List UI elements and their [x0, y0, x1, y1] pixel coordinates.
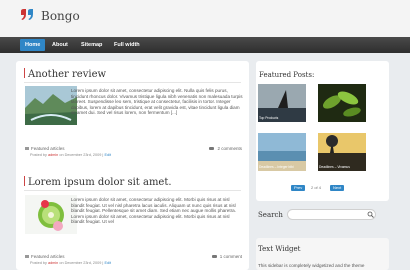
nav-item-full-width[interactable]: Full width [109, 39, 145, 51]
author-link[interactable]: admin [48, 261, 58, 265]
nav-item-about[interactable]: About [47, 39, 73, 51]
comments-link[interactable]: 1 comment [211, 254, 242, 259]
green-leaves-image [318, 84, 366, 122]
post-excerpt: Lorem ipsum dolor sit amet, consectetur … [71, 197, 243, 225]
excerpt-text: Lorem ipsum dolor sit amet, consectetur … [71, 197, 236, 224]
mountain-lake-image[interactable] [25, 86, 77, 125]
main-nav: Home About Sitemap Full width [0, 37, 410, 53]
featured-caption: Deadlines – Integer bibi [259, 165, 294, 169]
main-content: Another review Lorem ipsum dolor sit ame… [16, 61, 249, 270]
byline-prefix: Posted by [30, 261, 47, 265]
featured-caption: Deadlines – Vivamus [319, 165, 350, 169]
widget-title: Text Widget [258, 245, 301, 253]
edit-link[interactable]: Edit [104, 153, 111, 157]
pager-count: 2 of 4 [311, 185, 322, 190]
byline-date: on December 23rd, 2009 | [59, 261, 104, 265]
featured-thumb[interactable] [318, 84, 366, 122]
post-byline: Posted by admin on December 23rd, 2009 |… [30, 261, 111, 265]
post-title[interactable]: Lorem ipsum dolor sit amet. [24, 176, 172, 188]
post-title[interactable]: Another review [24, 68, 106, 80]
title-accent-bar [24, 176, 25, 186]
quote-mark-icon[interactable] [20, 8, 34, 22]
category-link[interactable]: Featured articles [31, 254, 65, 259]
post-title-text[interactable]: Another review [28, 69, 106, 80]
author-link[interactable]: admin [48, 153, 58, 157]
search-icon[interactable] [367, 211, 374, 218]
post-title-text[interactable]: Lorem ipsum dolor sit amet. [28, 177, 172, 188]
byline-prefix: Posted by [30, 153, 47, 157]
widget-title: Featured Posts: [259, 71, 315, 79]
title-accent-bar [24, 68, 25, 78]
comments-count[interactable]: 1 comment [220, 254, 242, 259]
divider [24, 82, 241, 83]
widget-body: This sidebar is completely widgetized an… [258, 263, 365, 268]
post-byline: Posted by admin on December 23rd, 2009 |… [30, 153, 111, 157]
nav-item-home[interactable]: Home [20, 39, 46, 51]
featured-posts-widget: Featured Posts: Top Products Deadlines –… [256, 61, 389, 201]
read-more-link[interactable]: [...] [171, 110, 177, 115]
featured-thumb[interactable]: Deadlines – Integer bibi [258, 133, 306, 171]
divider [24, 190, 241, 191]
prev-button[interactable]: Prev [291, 185, 306, 191]
edit-link[interactable]: Edit [104, 261, 111, 265]
text-widget: Text Widget This sidebar is completely w… [256, 238, 389, 270]
next-button[interactable]: Next [330, 185, 345, 191]
excerpt-tail: Sed vel risus lorem, non fermentum [97, 110, 170, 115]
kiwi-fruit-image[interactable] [25, 195, 77, 234]
folder-icon [25, 255, 29, 258]
search-input[interactable] [287, 209, 376, 220]
nav-item-sitemap[interactable]: Sitemap [76, 39, 107, 51]
post-meta: Featured articles 2 comments [25, 146, 242, 151]
featured-caption: Top Products [259, 116, 279, 120]
folder-icon [25, 147, 29, 150]
site-header: Bongo [0, 0, 410, 37]
byline-date: on December 23rd, 2009 | [59, 153, 104, 157]
comment-icon [211, 255, 217, 258]
featured-thumb[interactable]: Deadlines – Vivamus [318, 133, 366, 171]
featured-thumb[interactable]: Top Products [258, 84, 306, 122]
site-title[interactable]: Bongo [41, 9, 80, 23]
comment-icon [209, 147, 215, 150]
post-excerpt: Lorem ipsum dolor sit amet, consectetur … [71, 88, 243, 116]
comments-link[interactable]: 2 comments [209, 146, 242, 151]
category-link[interactable]: Featured articles [31, 146, 65, 151]
comments-count[interactable]: 2 comments [217, 146, 242, 151]
post-meta: Featured articles 1 comment [25, 254, 242, 259]
search-label: Search [258, 211, 283, 219]
sidebar: Featured Posts: Top Products Deadlines –… [256, 61, 389, 270]
